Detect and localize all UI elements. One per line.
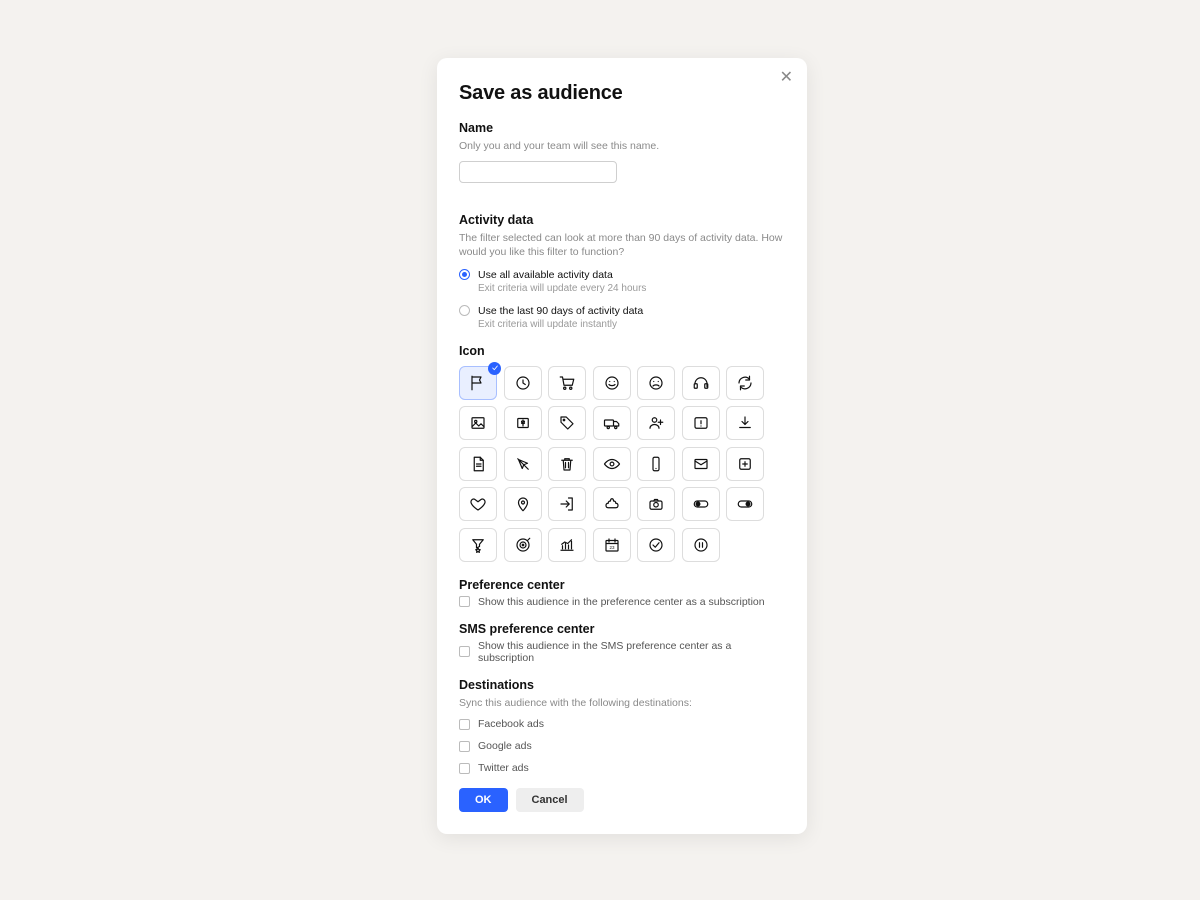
cart-icon[interactable] — [548, 366, 586, 400]
icon-section: Icon 23 — [459, 344, 785, 562]
sms-pref-check-row[interactable]: Show this audience in the SMS preference… — [459, 640, 785, 664]
eye-icon[interactable] — [593, 447, 631, 481]
mobile-icon[interactable] — [637, 447, 675, 481]
dest-label: Destinations — [459, 678, 785, 692]
destinations-section: Destinations Sync this audience with the… — [459, 678, 785, 774]
close-icon[interactable]: ✕ — [780, 70, 793, 86]
truck-icon[interactable] — [593, 406, 631, 440]
poop-icon[interactable] — [593, 487, 631, 521]
destination-google-ads[interactable]: Google ads — [459, 740, 785, 752]
radio-90[interactable] — [459, 305, 470, 316]
activity-option-90-label: Use the last 90 days of activity data — [478, 304, 643, 318]
pause-circle-icon[interactable] — [682, 528, 720, 562]
calendar-icon[interactable]: 23 — [593, 528, 631, 562]
radio-all[interactable] — [459, 269, 470, 280]
destination-facebook-ads[interactable]: Facebook ads — [459, 718, 785, 730]
activity-helper: The filter selected can look at more tha… — [459, 231, 785, 259]
actions: OK Cancel — [459, 788, 785, 812]
download-icon[interactable] — [726, 406, 764, 440]
frown-icon[interactable] — [637, 366, 675, 400]
dollar-icon[interactable] — [504, 406, 542, 440]
cursor-off-icon[interactable] — [504, 447, 542, 481]
pref-check-row[interactable]: Show this audience in the preference cen… — [459, 596, 785, 608]
camera-icon[interactable] — [637, 487, 675, 521]
name-label: Name — [459, 121, 785, 135]
pref-label: Preference center — [459, 578, 785, 592]
check-circle-icon[interactable] — [637, 528, 675, 562]
mail-icon[interactable] — [682, 447, 720, 481]
activity-option-90[interactable]: Use the last 90 days of activity data Ex… — [459, 304, 785, 330]
smile-icon[interactable] — [593, 366, 631, 400]
add-square-icon[interactable] — [726, 447, 764, 481]
cancel-button[interactable]: Cancel — [516, 788, 584, 812]
sms-pref-check-label: Show this audience in the SMS preference… — [478, 640, 785, 664]
toggle-on-icon[interactable] — [726, 487, 764, 521]
heart-icon[interactable] — [459, 487, 497, 521]
svg-text:23: 23 — [609, 545, 615, 550]
icon-grid: 23 — [459, 366, 785, 562]
toggle-off-icon[interactable] — [682, 487, 720, 521]
name-helper: Only you and your team will see this nam… — [459, 139, 785, 153]
destination-checkbox[interactable] — [459, 763, 470, 774]
destination-twitter-ads[interactable]: Twitter ads — [459, 762, 785, 774]
activity-option-all-sub: Exit criteria will update every 24 hours — [478, 283, 646, 294]
icon-label: Icon — [459, 344, 785, 358]
modal-title: Save as audience — [459, 82, 785, 105]
chart-icon[interactable] — [548, 528, 586, 562]
target-icon[interactable] — [504, 528, 542, 562]
activity-option-all[interactable]: Use all available activity data Exit cri… — [459, 268, 785, 294]
sms-pref-section: SMS preference center Show this audience… — [459, 622, 785, 664]
tag-icon[interactable] — [548, 406, 586, 440]
activity-option-all-label: Use all available activity data — [478, 268, 646, 282]
user-plus-icon[interactable] — [637, 406, 675, 440]
clock-icon[interactable] — [504, 366, 542, 400]
activity-label: Activity data — [459, 213, 785, 227]
destination-checkbox[interactable] — [459, 719, 470, 730]
selected-badge — [488, 362, 501, 375]
sms-pref-label: SMS preference center — [459, 622, 785, 636]
pref-checkbox[interactable] — [459, 596, 470, 607]
name-input[interactable] — [459, 161, 617, 183]
pref-check-label: Show this audience in the preference cen… — [478, 596, 765, 608]
destination-label: Twitter ads — [478, 762, 529, 774]
activity-option-90-sub: Exit criteria will update instantly — [478, 319, 643, 330]
trash-icon[interactable] — [548, 447, 586, 481]
headset-icon[interactable] — [682, 366, 720, 400]
destination-label: Facebook ads — [478, 718, 544, 730]
destination-checkbox[interactable] — [459, 741, 470, 752]
name-section: Name Only you and your team will see thi… — [459, 121, 785, 199]
save-audience-modal: ✕ Save as audience Name Only you and you… — [437, 58, 807, 834]
login-icon[interactable] — [548, 487, 586, 521]
flag-icon[interactable] — [459, 366, 497, 400]
pin-icon[interactable] — [504, 487, 542, 521]
ok-button[interactable]: OK — [459, 788, 508, 812]
image-icon[interactable] — [459, 406, 497, 440]
alert-icon[interactable] — [682, 406, 720, 440]
sms-pref-checkbox[interactable] — [459, 646, 470, 657]
pref-section: Preference center Show this audience in … — [459, 578, 785, 608]
funnel-star-icon[interactable] — [459, 528, 497, 562]
destination-label: Google ads — [478, 740, 532, 752]
activity-section: Activity data The filter selected can lo… — [459, 213, 785, 330]
file-icon[interactable] — [459, 447, 497, 481]
dest-helper: Sync this audience with the following de… — [459, 696, 785, 710]
sync-icon[interactable] — [726, 366, 764, 400]
